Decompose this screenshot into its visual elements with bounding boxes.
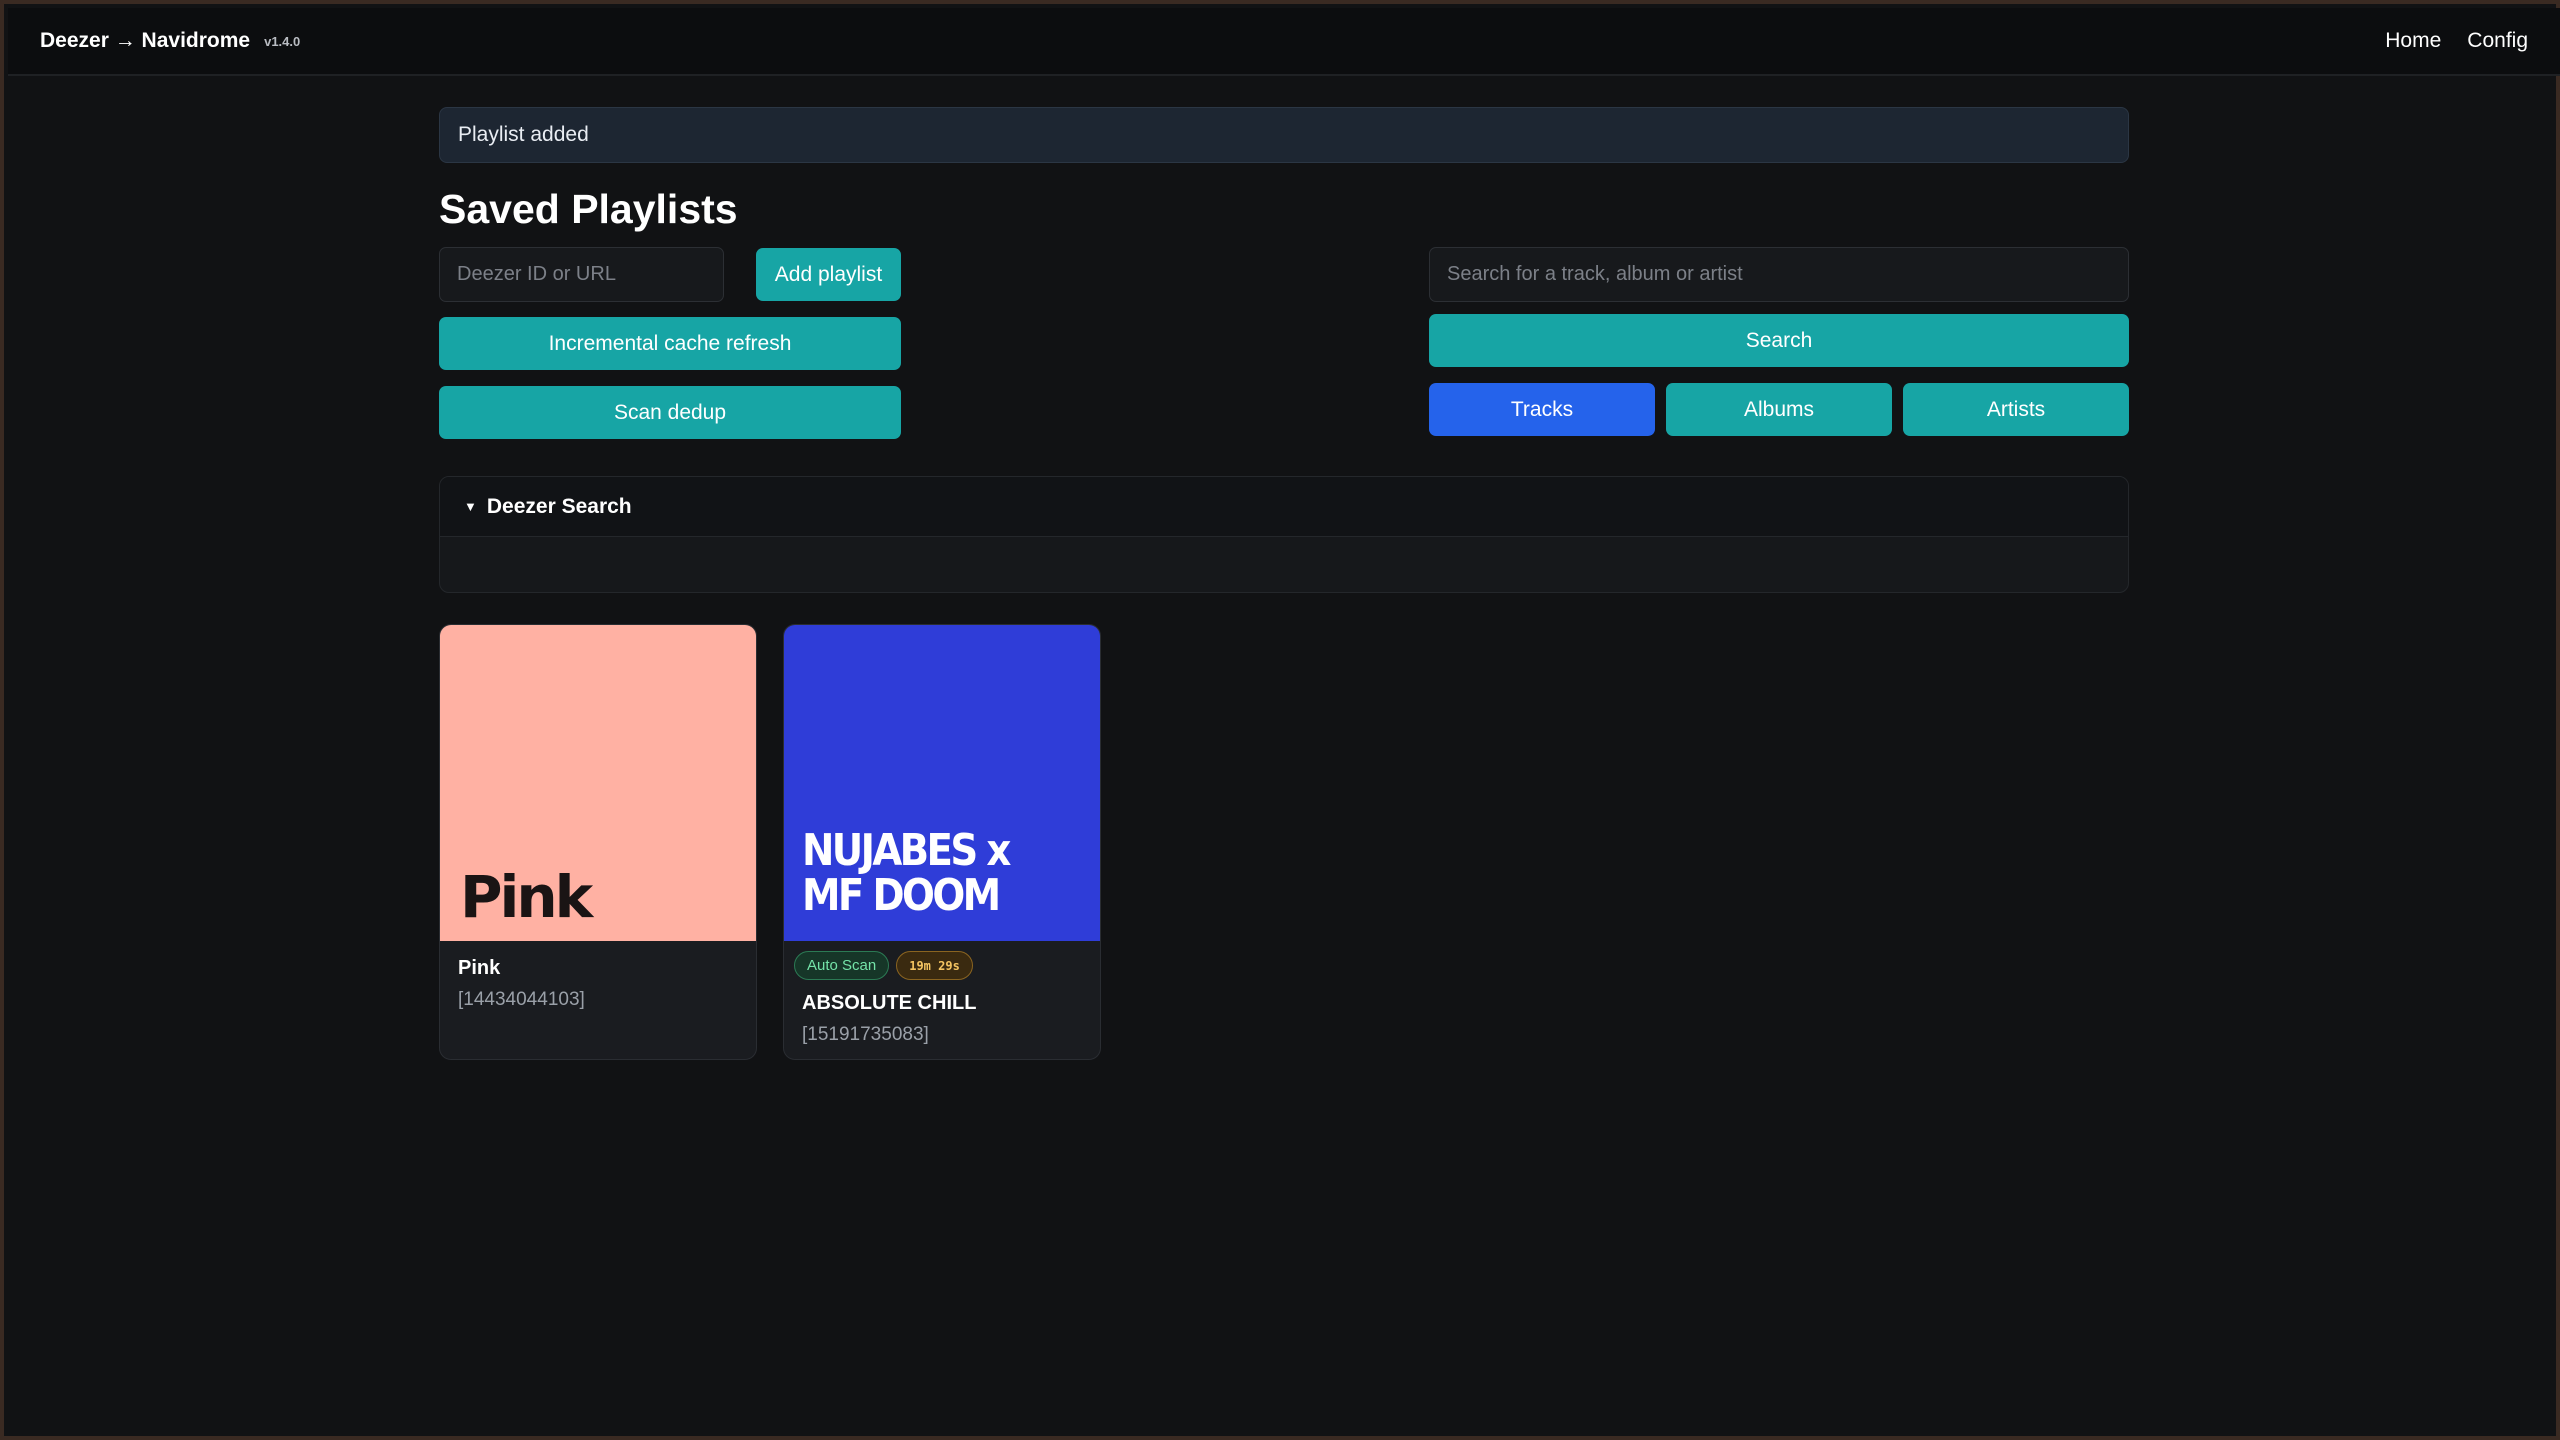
search-button[interactable]: Search (1429, 314, 2129, 367)
add-playlist-button[interactable]: Add playlist (756, 248, 901, 301)
nav-link-config[interactable]: Config (2467, 29, 2528, 53)
main-container: Playlist added Saved Playlists Add playl… (439, 107, 2129, 1060)
playlist-cover: Pink (440, 625, 756, 941)
deezer-search-toggle[interactable]: ▼ Deezer Search (440, 477, 2128, 537)
nav-links: Home Config (2385, 29, 2528, 53)
nav-link-home[interactable]: Home (2385, 29, 2441, 53)
controls-area: Add playlist Incremental cache refresh S… (439, 247, 2129, 457)
cover-text: Pink (460, 862, 593, 931)
tab-artists[interactable]: Artists (1903, 383, 2129, 436)
incremental-refresh-button[interactable]: Incremental cache refresh (439, 317, 901, 370)
search-input[interactable] (1429, 247, 2129, 302)
badge-row: Auto Scan 19m 29s (794, 951, 1090, 980)
deezer-search-panel: ▼ Deezer Search (439, 476, 2129, 593)
scan-dedup-button[interactable]: Scan dedup (439, 386, 901, 439)
card-body: Auto Scan 19m 29s ABSOLUTE CHILL [151917… (784, 941, 1100, 1059)
playlist-id: [14434044103] (458, 989, 585, 1010)
tab-tracks[interactable]: Tracks (1429, 383, 1655, 436)
status-alert: Playlist added (439, 107, 2129, 163)
playlist-id: [15191735083] (802, 1024, 929, 1045)
caret-down-icon: ▼ (464, 499, 477, 514)
version-label: v1.4.0 (264, 33, 301, 49)
page-title: Saved Playlists (439, 186, 738, 232)
app-window: Deezer → Navidrome v1.4.0 Home Config Pl… (0, 0, 2560, 1440)
playlist-title: ABSOLUTE CHILL (802, 992, 977, 1014)
playlist-title: Pink (458, 957, 501, 979)
playlist-cover: NUJABES x MF DOOM (784, 625, 1100, 941)
deezer-search-title: Deezer Search (486, 494, 632, 518)
playlist-card[interactable]: NUJABES x MF DOOM Auto Scan 19m 29s ABSO… (783, 624, 1101, 1060)
playlist-grid: Pink Pink [14434044103] NUJABES x MF DOO… (439, 624, 2129, 1060)
navbar: Deezer → Navidrome v1.4.0 Home Config (8, 8, 2560, 76)
playlist-card[interactable]: Pink Pink [14434044103] (439, 624, 757, 1060)
auto-scan-badge: Auto Scan (794, 951, 890, 980)
cover-text: NUJABES x MF DOOM (802, 825, 1011, 922)
card-body: Pink [14434044103] (440, 941, 756, 1027)
tab-albums[interactable]: Albums (1666, 383, 1892, 436)
brand-title[interactable]: Deezer → Navidrome (40, 29, 250, 53)
deezer-id-input[interactable] (439, 247, 724, 302)
duration-badge: 19m 29s (896, 951, 973, 980)
